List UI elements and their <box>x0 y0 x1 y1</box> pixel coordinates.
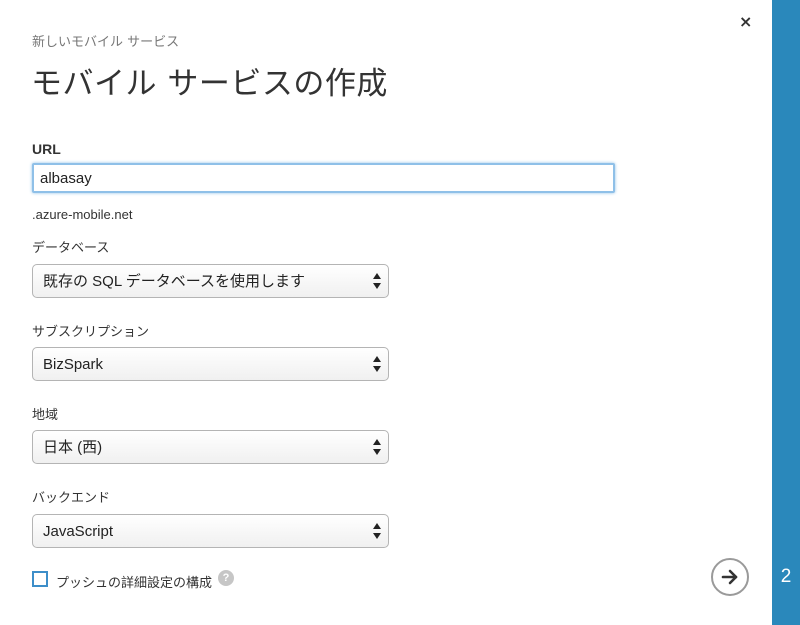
backend-select-value: JavaScript <box>43 523 114 540</box>
help-icon[interactable]: ? <box>218 570 234 586</box>
wizard-step-number: 2 <box>780 566 792 587</box>
wizard-step-bar: 2 <box>772 0 800 625</box>
close-button[interactable]: × <box>739 12 752 32</box>
url-input[interactable] <box>32 163 615 193</box>
select-arrows-icon <box>373 273 381 291</box>
subscription-select[interactable]: BizSpark <box>32 347 389 381</box>
arrow-right-icon <box>721 569 738 585</box>
dialog-title: モバイル サービスの作成 <box>31 66 388 102</box>
next-step-button[interactable] <box>711 558 749 596</box>
backend-select[interactable]: JavaScript <box>32 514 389 548</box>
push-settings-label: プッシュの詳細設定の構成 <box>56 576 213 591</box>
database-label: データベース <box>32 241 110 256</box>
url-suffix: .azure-mobile.net <box>32 207 133 222</box>
database-select[interactable]: 既存の SQL データベースを使用します <box>32 264 389 298</box>
database-select-value: 既存の SQL データベースを使用します <box>43 273 306 290</box>
subscription-label: サブスクリプション <box>32 325 150 340</box>
backend-label: バックエンド <box>32 491 111 506</box>
subscription-select-value: BizSpark <box>43 356 104 373</box>
region-select[interactable]: 日本 (西) <box>32 430 389 464</box>
region-label: 地域 <box>32 408 59 423</box>
select-arrows-icon <box>373 523 381 541</box>
region-select-value: 日本 (西) <box>43 439 103 456</box>
dialog-subtitle: 新しいモバイル サービス <box>32 35 180 50</box>
push-settings-checkbox[interactable] <box>32 571 48 587</box>
select-arrows-icon <box>373 439 381 457</box>
create-mobile-service-dialog: × 新しいモバイル サービス モバイル サービスの作成 URL .azure-m… <box>0 0 772 625</box>
url-label: URL <box>32 141 61 157</box>
select-arrows-icon <box>373 356 381 374</box>
